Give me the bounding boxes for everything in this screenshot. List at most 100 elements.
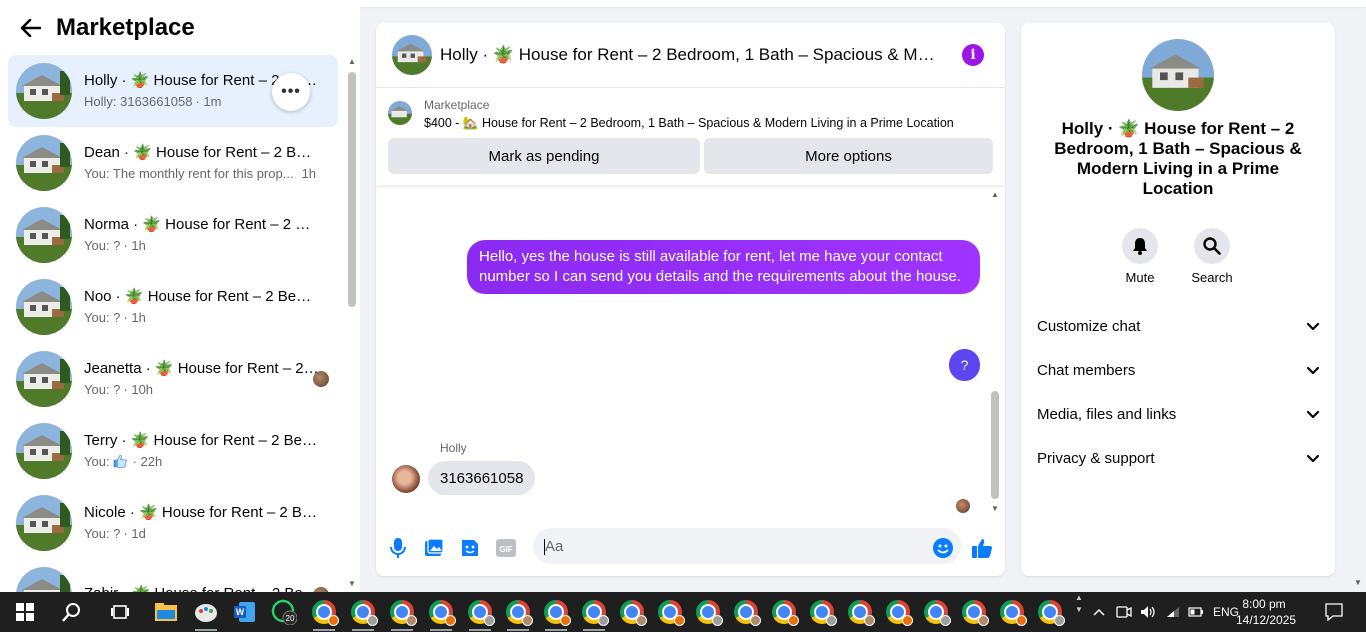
chrome-window-icon[interactable]	[765, 592, 803, 632]
wifi-icon[interactable]	[1166, 592, 1180, 632]
conversation-item[interactable]: Zabir · 🪴 House for Rent – 2 Bedroom, 1 …	[8, 559, 338, 592]
sidebar-scrollbar[interactable]: ▲ ▼	[347, 58, 357, 588]
media-files-links-row[interactable]: Media, files and links	[1029, 394, 1327, 434]
search-label: Search	[1191, 270, 1233, 285]
task-view-icon[interactable]	[101, 592, 139, 632]
conversation-avatar[interactable]	[16, 423, 72, 479]
conversation-sidebar: Marketplace Holly · 🪴 House for Rent – 2…	[0, 0, 360, 592]
conversation-avatar[interactable]	[16, 351, 72, 407]
taskbar-scroll-arrows[interactable]: ▲ ▼	[1071, 592, 1087, 632]
scroll-up-arrow-icon[interactable]: ▲	[347, 58, 357, 66]
chrome-window-icon[interactable]	[537, 592, 575, 632]
conversation-item[interactable]: Jeanetta · 🪴 House for Rent – 2 Bedroom,…	[8, 343, 338, 415]
conversation-item[interactable]: Dean · 🪴 House for Rent – 2 Bedroom, 1 B…	[8, 127, 338, 199]
conversation-time: · 22h	[132, 454, 163, 469]
back-arrow-icon[interactable]	[20, 17, 42, 39]
chrome-window-icon[interactable]	[803, 592, 841, 632]
conversation-avatar[interactable]	[16, 63, 72, 119]
conversation-avatar[interactable]	[16, 567, 72, 592]
conversation-item[interactable]: Nicole · 🪴 House for Rent – 2 Bedroom, 1…	[8, 487, 338, 559]
conversation-item[interactable]: Noo · 🪴 House for Rent – 2 Bedroom, 1 Ba…	[8, 271, 338, 343]
chat-avatar[interactable]	[392, 35, 432, 75]
outgoing-message[interactable]: Hello, yes the house is still available …	[467, 240, 980, 294]
more-options-icon[interactable]: •••	[272, 73, 310, 111]
customize-chat-row[interactable]: Customize chat	[1029, 306, 1327, 346]
listing-title[interactable]: $400 - 🏡 House for Rent – 2 Bedroom, 1 B…	[424, 116, 954, 131]
conversation-avatar[interactable]	[16, 279, 72, 335]
chrome-window-icon[interactable]	[344, 592, 382, 632]
chrome-window-icon[interactable]	[1031, 592, 1069, 632]
chrome-window-icon[interactable]	[993, 592, 1031, 632]
chrome-window-icon[interactable]	[917, 592, 955, 632]
outgoing-message[interactable]: ?	[949, 349, 980, 381]
conversation-avatar[interactable]	[16, 135, 72, 191]
battery-icon[interactable]	[1188, 592, 1204, 632]
scroll-down-arrow-icon[interactable]: ▼	[347, 580, 357, 588]
chat-scrollbar[interactable]: ▲ ▼	[990, 191, 1000, 513]
mute-action[interactable]: Mute	[1105, 228, 1175, 285]
chrome-window-icon[interactable]	[305, 592, 343, 632]
chrome-window-icon[interactable]	[841, 592, 879, 632]
chrome-window-icon[interactable]	[383, 592, 421, 632]
chrome-window-icon[interactable]	[879, 592, 917, 632]
chrome-window-icon[interactable]	[727, 592, 765, 632]
chat-header[interactable]: Holly · 🪴 House for Rent – 2 Bedroom, 1 …	[376, 23, 1005, 88]
volume-icon[interactable]	[1140, 592, 1156, 632]
word-app-icon[interactable]: W	[226, 592, 264, 632]
chrome-window-icon[interactable]	[955, 592, 993, 632]
chat-members-row[interactable]: Chat members	[1029, 350, 1327, 390]
privacy-support-row[interactable]: Privacy & support	[1029, 438, 1327, 478]
conversation-avatar[interactable]	[16, 207, 72, 263]
chrome-window-icon[interactable]	[422, 592, 460, 632]
windows-start-icon[interactable]	[6, 592, 44, 632]
meet-now-icon[interactable]	[1116, 592, 1132, 632]
conversation-item[interactable]: Norma · 🪴 House for Rent – 2 Bedroom, 1 …	[8, 199, 338, 271]
top-bar	[360, 0, 1366, 7]
system-clock[interactable]: 8:00 pm 14/12/2025	[1236, 596, 1296, 628]
message-input[interactable]	[533, 528, 961, 564]
search-icon[interactable]	[53, 592, 91, 632]
microphone-icon[interactable]	[387, 537, 409, 559]
whatsapp-icon[interactable]: 20	[265, 592, 303, 632]
profile-badge	[788, 615, 799, 626]
bell-icon[interactable]	[1122, 228, 1158, 264]
conversation-preview: You: The monthly rent for this prop... 1h	[84, 165, 319, 183]
scrollbar-thumb[interactable]	[348, 72, 356, 307]
paint-app-icon[interactable]	[187, 592, 225, 632]
photo-icon[interactable]	[423, 537, 445, 559]
conversation-avatar[interactable]	[16, 495, 72, 551]
sender-avatar[interactable]	[392, 465, 420, 493]
listing-thumbnail[interactable]	[388, 101, 412, 125]
scroll-down-arrow-icon[interactable]: ▼	[990, 505, 1000, 513]
search-action[interactable]: Search	[1177, 228, 1247, 285]
running-indicator	[313, 629, 335, 631]
thumbs-up-icon[interactable]	[971, 537, 993, 559]
more-options-button[interactable]: More options	[704, 138, 993, 174]
search-icon[interactable]	[1194, 228, 1230, 264]
notifications-icon[interactable]	[1325, 592, 1343, 632]
details-avatar[interactable]	[1142, 39, 1214, 111]
file-explorer-icon[interactable]	[147, 592, 185, 632]
chrome-window-icon[interactable]	[689, 592, 727, 632]
mark-as-pending-button[interactable]: Mark as pending	[388, 138, 700, 174]
show-hidden-icons-chevron-icon[interactable]	[1093, 592, 1105, 632]
chrome-window-icon[interactable]	[461, 592, 499, 632]
info-icon[interactable]: i	[962, 44, 984, 66]
row-label: Media, files and links	[1037, 405, 1177, 423]
chrome-window-icon[interactable]	[613, 592, 651, 632]
gif-label: GIF	[499, 545, 512, 554]
page-scroll-down-arrow-icon[interactable]: ▼	[1354, 578, 1362, 587]
chrome-window-icon[interactable]	[575, 592, 613, 632]
scrollbar-thumb[interactable]	[991, 391, 999, 499]
conversation-item[interactable]: Holly · 🪴 House for Rent – 2 Bedroom, 1 …	[8, 55, 338, 127]
scroll-up-arrow-icon[interactable]: ▲	[990, 191, 1000, 199]
chrome-window-icon[interactable]	[651, 592, 689, 632]
chrome-window-icon[interactable]	[499, 592, 537, 632]
gif-icon[interactable]: GIF	[495, 537, 517, 559]
conversation-time: · 1m	[195, 94, 222, 109]
incoming-message[interactable]: 3163661058	[428, 461, 536, 495]
conversation-name: Norma · 🪴 House for Rent – 2 Bedroom, 1 …	[84, 216, 319, 233]
conversation-item[interactable]: Terry · 🪴 House for Rent – 2 Bedroom, 1 …	[8, 415, 338, 487]
sticker-icon[interactable]	[459, 537, 481, 559]
emoji-icon[interactable]	[932, 537, 954, 559]
